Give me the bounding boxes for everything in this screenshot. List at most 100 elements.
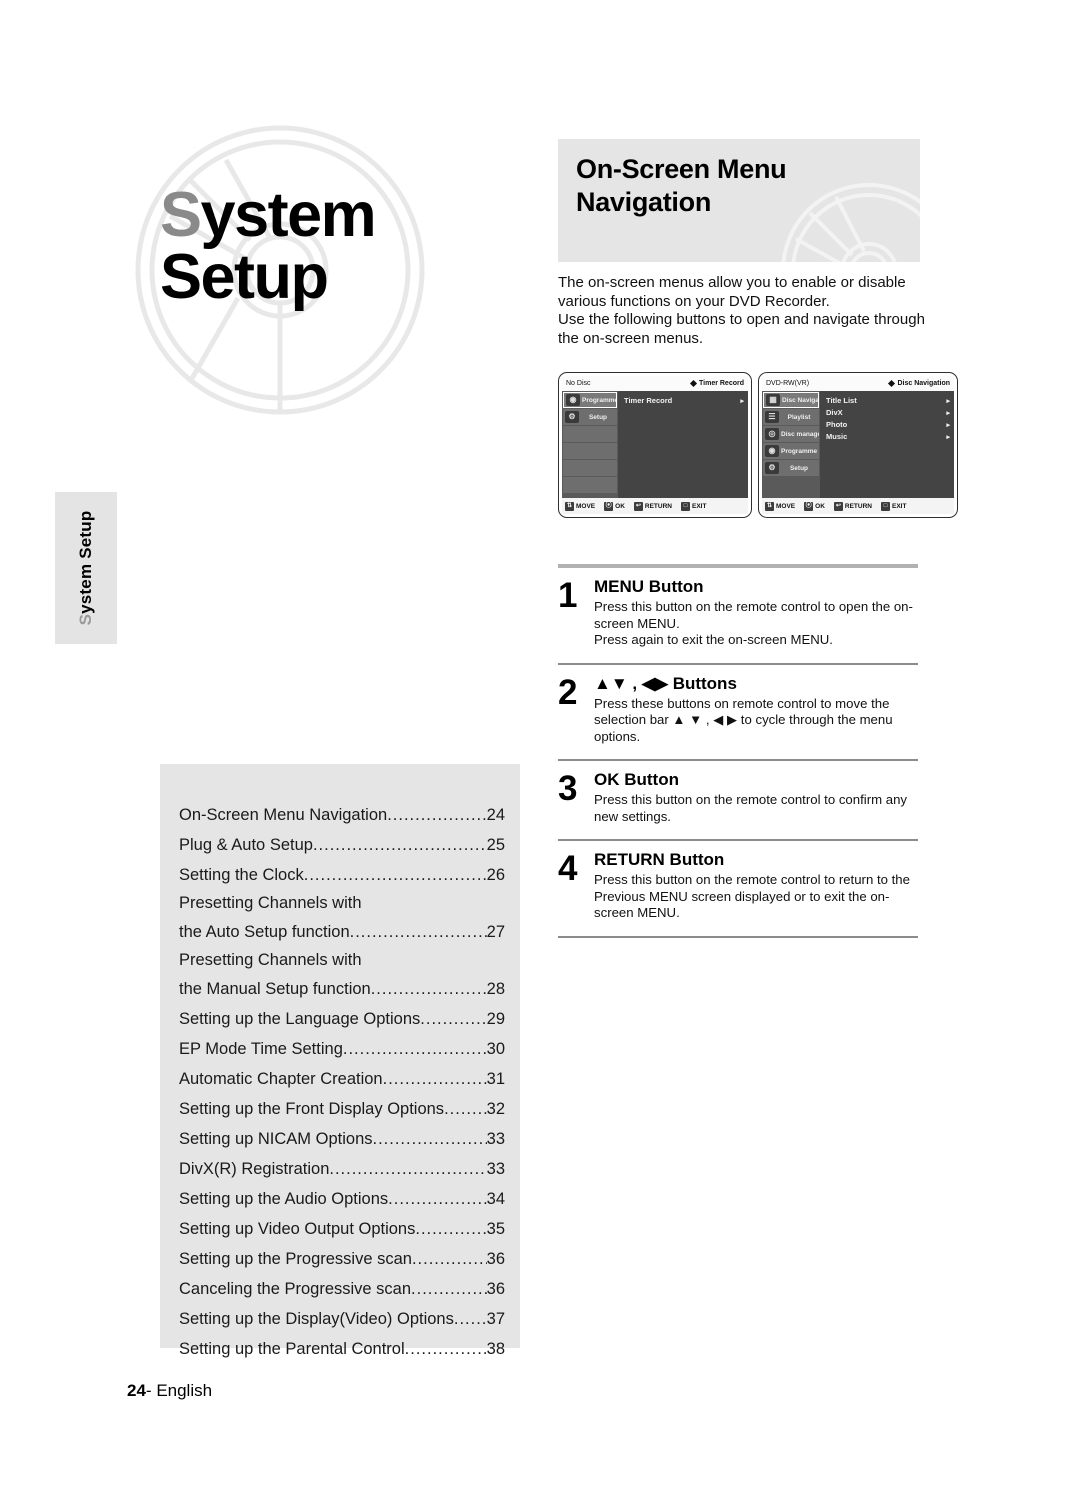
table-of-contents-panel: On-Screen Menu Navigation...............… — [160, 764, 520, 1358]
toc-entry-label: the Auto Setup function — [179, 923, 350, 941]
osd-disc-label: No Disc — [566, 380, 591, 387]
osd-menu-item[interactable]: Title List ▸ — [826, 395, 950, 406]
osd-bottom-action-ok[interactable]: ⦿ OK — [604, 501, 625, 511]
osd-menu-item[interactable]: Photo ▸ — [826, 419, 950, 430]
osd-bottom-action-label: RETURN — [844, 502, 872, 510]
section-header-banner: On-Screen Menu Navigation — [558, 139, 920, 262]
toc-entry[interactable]: Setting up NICAM Options................… — [179, 1124, 505, 1154]
osd-menu-item[interactable]: Music ▸ — [826, 431, 950, 442]
footer-page-number: 24 — [127, 1381, 146, 1400]
step-number: 4 — [558, 849, 578, 888]
osd-bottom-action-move[interactable]: ⇅ MOVE — [765, 501, 795, 511]
osd-bottom-action-return[interactable]: ↩ RETURN — [833, 501, 872, 511]
osd-bottom-action-label: OK — [815, 502, 825, 510]
toc-entry[interactable]: Setting up the Display(Video) Options ..… — [179, 1304, 505, 1334]
toc-entry-label: Setting up the Audio Options — [179, 1190, 389, 1208]
toc-entry-page-number: 37 — [486, 1310, 505, 1328]
section-heading-line2: Navigation — [576, 186, 712, 217]
osd-menu-item[interactable]: Timer Record ▸ — [624, 395, 744, 406]
osd-bottom-action-move[interactable]: ⇅ MOVE — [565, 501, 595, 511]
osd-sidebar-item-programme[interactable]: ◉ Programme — [763, 443, 819, 459]
osd-bottom-action-ok[interactable]: ⦿ OK — [804, 501, 825, 511]
chapter-title-line2: Setup — [160, 241, 329, 312]
toc-entry[interactable]: Canceling the Progressive scan..........… — [179, 1274, 505, 1304]
osd-sidebar-item-disc-navigation[interactable]: ▦Disc Navigation — [763, 392, 819, 408]
osd-sidebar-item-label: Disc Navigation — [782, 396, 819, 404]
chapter-title-line1: System — [160, 184, 520, 247]
osd-bottom-action-exit[interactable]: □ EXIT — [881, 501, 906, 511]
toc-entry-label: Setting up NICAM Options — [179, 1130, 373, 1148]
toc-entry[interactable]: Setting up the Audio Options ...........… — [179, 1184, 505, 1214]
toc-entry-leader-dots: ........................................… — [342, 1040, 487, 1058]
toc-entry-leader-dots: ........................................… — [453, 1310, 487, 1328]
osd-bottom-action-label: RETURN — [644, 502, 672, 510]
toc-entry-page-number: 30 — [486, 1040, 505, 1058]
toc-entry[interactable]: On-Screen Menu Navigation...............… — [179, 800, 505, 830]
gear-icon: ⚙ — [765, 462, 779, 474]
osd-screenshot-no-disc: No Disc Timer Record ◉ Programme ⚙ Setup Ti… — [558, 372, 752, 518]
toc-entry-page-number: 26 — [486, 866, 505, 884]
osd-sidebar-item-setup[interactable]: ⚙ Setup — [763, 460, 819, 476]
toc-entry[interactable]: the Auto Setup function.................… — [179, 917, 505, 947]
step-2: 2 ▲▼ , ◀▶ Buttons Press these buttons on r… — [558, 665, 918, 760]
osd-menu-list: Timer Record ▸ — [618, 391, 748, 498]
step-body: OK Button Press this button on the remote… — [594, 770, 918, 825]
osd-menu-list: Title List ▸ DivX ▸ Photo ▸ Music ▸ — [820, 391, 954, 498]
toc-entry-leader-dots: ........................................… — [444, 1100, 487, 1118]
osd-topbar: No Disc Timer Record — [562, 376, 748, 391]
osd-bottom-action-exit[interactable]: □ EXIT — [681, 501, 706, 511]
toc-entry-leader-dots: ........................................… — [404, 1340, 487, 1358]
toc-entry-page-number: 35 — [486, 1220, 505, 1238]
osd-sidebar-item-setup[interactable]: ⚙ Setup — [563, 409, 617, 425]
exit-icon: □ — [881, 501, 890, 511]
return-icon: ↩ — [833, 501, 843, 511]
toc-entry-label: On-Screen Menu Navigation — [179, 806, 388, 824]
osd-menu-item-label: DivX — [826, 408, 843, 417]
toc-entry[interactable]: Setting up Video Output Options.........… — [179, 1214, 505, 1244]
toc-entry-page-number: 36 — [486, 1280, 505, 1298]
toc-entry[interactable]: Automatic Chapter Creation..............… — [179, 1064, 505, 1094]
toc-entry[interactable]: Setting up the Progressive scan ........… — [179, 1244, 505, 1274]
toc-entry-page-number: 28 — [486, 980, 505, 998]
toc-entry-leader-dots: ........................................… — [411, 1250, 487, 1268]
toc-entry-wrap-line: Presetting Channels with — [179, 951, 362, 969]
osd-sidebar: ◉ Programme ⚙ Setup — [562, 391, 618, 498]
osd-bottom-action-return[interactable]: ↩ RETURN — [633, 501, 672, 511]
osd-sidebar-item-label: Programme — [781, 447, 818, 455]
toc-entry[interactable]: Setting up the Front Display Options ...… — [179, 1094, 505, 1124]
toc-entry[interactable]: the Manual Setup function ..............… — [179, 974, 505, 1004]
osd-sidebar-item-label: Setup — [789, 464, 809, 472]
osd-menu-item-label: Music — [826, 432, 848, 441]
toc-entry-leader-dots: ........................................… — [382, 1070, 487, 1088]
toc-entry-label: Setting up Video Output Options — [179, 1220, 416, 1238]
toc-entry[interactable]: DivX(R) Registration....................… — [179, 1154, 505, 1184]
osd-sidebar-item-label: Programme — [582, 396, 617, 404]
toc-entry[interactable]: Setting the Clock.......................… — [179, 860, 505, 890]
step-description: Press this button on the remote control … — [594, 872, 910, 920]
toc-entry-page-number: 31 — [486, 1070, 505, 1088]
toc-entry-leader-dots: ........................................… — [372, 1130, 487, 1148]
toc-entry-label: Setting up the Parental Control — [179, 1340, 405, 1358]
osd-sidebar-item-empty — [563, 426, 617, 442]
toc-entry-page-number: 27 — [486, 923, 505, 941]
osd-sidebar-item-label: Playlist — [787, 413, 811, 421]
side-tab-label: System Setup — [55, 492, 117, 644]
toc-entry[interactable]: Plug & Auto Setup.......................… — [179, 830, 505, 860]
toc-entry-leader-dots: ........................................… — [388, 1190, 486, 1208]
osd-screenshot-row: No Disc Timer Record ◉ Programme ⚙ Setup Ti… — [558, 372, 958, 520]
step-3: 3 OK Button Press this button on the remot… — [558, 761, 918, 839]
toc-entry[interactable]: Setting up the Language Options ........… — [179, 1004, 505, 1034]
toc-entry[interactable]: Setting up the Parental Control.........… — [179, 1334, 505, 1364]
step-body: MENU Button Press this button on the remo… — [594, 577, 918, 649]
header-disc-graphic — [781, 183, 920, 262]
toc-entry-label: Setting the Clock — [179, 866, 304, 884]
osd-sidebar-item-playlist[interactable]: ☰ Playlist — [763, 409, 819, 425]
osd-sidebar-item-programme[interactable]: ◉ Programme — [563, 392, 617, 408]
toc-entry[interactable]: EP Mode Time Setting ...................… — [179, 1034, 505, 1064]
osd-mode-text: Disc Navigation — [897, 380, 950, 387]
osd-menu-item[interactable]: DivX ▸ — [826, 407, 950, 418]
toc-entry-label: DivX(R) Registration — [179, 1160, 330, 1178]
exit-icon: □ — [681, 501, 690, 511]
toc-entry-wrap-line: Presetting Channels with — [179, 894, 362, 912]
osd-sidebar-item-disc-manager[interactable]: ◎Disc manager — [763, 426, 819, 442]
